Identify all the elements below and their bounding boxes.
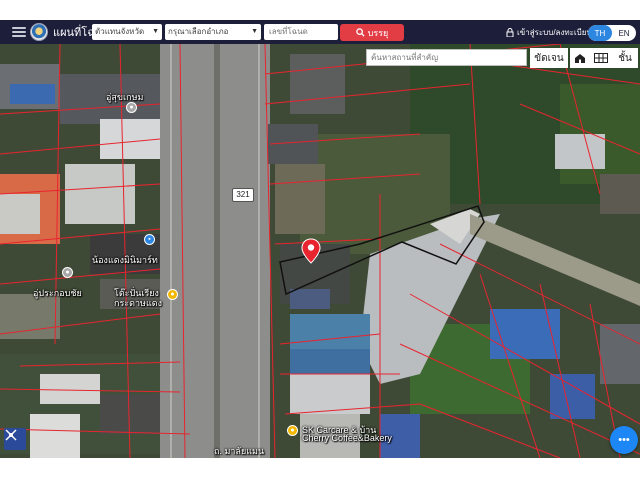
clear-button[interactable]: ขัดเจน xyxy=(530,48,568,68)
chevron-down-icon: ▼ xyxy=(152,28,159,35)
province-select-value: ตัวแทนจังหวัด xyxy=(95,27,145,36)
login-label: เข้าสู่ระบบ/ลงทะเบียน xyxy=(517,27,592,37)
lang-th-button[interactable]: TH xyxy=(588,25,612,41)
login-link[interactable]: เข้าสู่ระบบ/ลงทะเบียน xyxy=(506,24,592,40)
food-icon[interactable]: ● xyxy=(167,289,178,300)
more-icon: ••• xyxy=(618,434,630,446)
food-icon[interactable]: ● xyxy=(287,425,298,436)
magnifier-icon xyxy=(355,28,365,37)
search-button[interactable]: บรรยุ xyxy=(340,24,404,41)
map-label-cafe: Cherry Coffee&Bakery xyxy=(302,433,392,443)
home-button[interactable] xyxy=(570,48,590,68)
grid-button[interactable] xyxy=(590,48,612,68)
lock-icon xyxy=(506,27,514,37)
map-label-bureau: โต๊ะปั่นเรียงกระดาษแดง xyxy=(114,288,162,308)
grid-icon xyxy=(594,53,608,63)
deed-number-input[interactable] xyxy=(264,24,338,40)
place-search-input[interactable] xyxy=(366,49,527,66)
floors-button[interactable]: ชั้น xyxy=(612,48,638,68)
search-button-label: บรรยุ xyxy=(367,27,389,38)
map-label-minimart: น้องแดงมินิมาร์ท xyxy=(92,255,158,265)
emblem-logo xyxy=(30,23,48,41)
more-options-button[interactable]: ••• xyxy=(610,426,638,454)
home-icon xyxy=(575,53,585,63)
district-select[interactable]: กรุณาเลือกอำเภอ ▼ xyxy=(165,24,261,40)
shop-icon[interactable]: ▪ xyxy=(144,234,155,245)
chevron-down-icon: ▼ xyxy=(251,28,258,35)
map-label-garage: อู่สุขเกษม xyxy=(106,92,144,102)
place-pin-icon[interactable]: ● xyxy=(126,102,137,113)
map-label-workshop: อู่ประกอบชัย xyxy=(33,288,82,298)
location-marker-icon[interactable] xyxy=(301,238,321,264)
district-select-value: กรุณาเลือกอำเภอ xyxy=(168,27,229,36)
layers-button[interactable] xyxy=(4,428,26,450)
layers-icon xyxy=(5,429,17,441)
hamburger-menu-icon[interactable] xyxy=(12,27,26,37)
satellite-map[interactable]: อู่สุขเกษม ● 321 ▪ น้องแดงมินิมาร์ท ● อู… xyxy=(0,44,640,458)
route-badge: 321 xyxy=(232,188,254,202)
lang-en-button[interactable]: EN xyxy=(612,25,636,41)
map-label-road: ถ. มาลัยแมน xyxy=(214,446,265,456)
language-toggle[interactable]: TH EN xyxy=(588,25,636,41)
province-select[interactable]: ตัวแทนจังหวัด ▼ xyxy=(92,24,162,40)
place-pin-icon[interactable]: ● xyxy=(62,267,73,278)
